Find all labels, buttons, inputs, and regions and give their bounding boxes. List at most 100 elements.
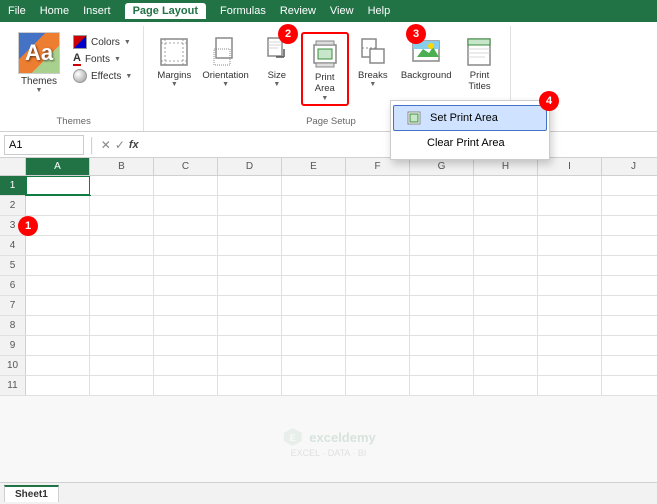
cell-h5[interactable] (474, 256, 538, 275)
cell-i2[interactable] (538, 196, 602, 215)
set-print-area-item[interactable]: Set Print Area (393, 105, 547, 131)
cell-h9[interactable] (474, 336, 538, 355)
themes-button[interactable]: Aa Themes ▼ (12, 30, 66, 96)
cell-d7[interactable] (218, 296, 282, 315)
col-header-d[interactable]: D (218, 158, 282, 175)
cell-c5[interactable] (154, 256, 218, 275)
cell-e6[interactable] (282, 276, 346, 295)
row-num-1[interactable]: 1 (0, 176, 26, 195)
col-header-a[interactable]: A (26, 158, 90, 175)
cell-g6[interactable] (410, 276, 474, 295)
cell-d10[interactable] (218, 356, 282, 375)
cell-g1[interactable] (410, 176, 474, 195)
cell-i8[interactable] (538, 316, 602, 335)
cell-i3[interactable] (538, 216, 602, 235)
cell-j10[interactable] (602, 356, 657, 375)
row-num-9[interactable]: 9 (0, 336, 26, 355)
row-num-10[interactable]: 10 (0, 356, 26, 375)
cell-a1[interactable] (26, 176, 90, 195)
cell-b10[interactable] (90, 356, 154, 375)
cell-i4[interactable] (538, 236, 602, 255)
cell-f8[interactable] (346, 316, 410, 335)
cell-f4[interactable] (346, 236, 410, 255)
cell-a10[interactable] (26, 356, 90, 375)
cell-a7[interactable] (26, 296, 90, 315)
formula-cancel[interactable]: ✕ (101, 138, 111, 152)
cell-g9[interactable] (410, 336, 474, 355)
cell-f11[interactable] (346, 376, 410, 395)
menu-file[interactable]: File (8, 5, 26, 17)
cell-a8[interactable] (26, 316, 90, 335)
col-header-e[interactable]: E (282, 158, 346, 175)
menu-review[interactable]: Review (280, 5, 316, 17)
cell-c6[interactable] (154, 276, 218, 295)
cell-c9[interactable] (154, 336, 218, 355)
cell-i11[interactable] (538, 376, 602, 395)
cell-i6[interactable] (538, 276, 602, 295)
cell-e2[interactable] (282, 196, 346, 215)
cell-d8[interactable] (218, 316, 282, 335)
cell-j5[interactable] (602, 256, 657, 275)
row-num-2[interactable]: 2 (0, 196, 26, 215)
menu-formulas[interactable]: Formulas (220, 5, 266, 17)
cell-j4[interactable] (602, 236, 657, 255)
cell-b5[interactable] (90, 256, 154, 275)
cell-a6[interactable] (26, 276, 90, 295)
cell-c10[interactable] (154, 356, 218, 375)
cell-c11[interactable] (154, 376, 218, 395)
cell-d9[interactable] (218, 336, 282, 355)
cell-d6[interactable] (218, 276, 282, 295)
cell-i1[interactable] (538, 176, 602, 195)
cell-e4[interactable] (282, 236, 346, 255)
row-num-8[interactable]: 8 (0, 316, 26, 335)
background-button[interactable]: Background (397, 32, 456, 83)
row-num-4[interactable]: 4 (0, 236, 26, 255)
cell-j6[interactable] (602, 276, 657, 295)
fonts-button[interactable]: A Fonts ▼ (70, 51, 135, 67)
print-area-button[interactable]: Print Area ▼ (301, 32, 349, 106)
cell-j8[interactable] (602, 316, 657, 335)
cell-e8[interactable] (282, 316, 346, 335)
cell-a5[interactable] (26, 256, 90, 275)
cell-f2[interactable] (346, 196, 410, 215)
cell-a4[interactable] (26, 236, 90, 255)
cell-a9[interactable] (26, 336, 90, 355)
cell-e5[interactable] (282, 256, 346, 275)
cell-h2[interactable] (474, 196, 538, 215)
menu-home[interactable]: Home (40, 5, 69, 17)
col-header-c[interactable]: C (154, 158, 218, 175)
cell-i9[interactable] (538, 336, 602, 355)
row-num-5[interactable]: 5 (0, 256, 26, 275)
cell-h4[interactable] (474, 236, 538, 255)
row-num-11[interactable]: 11 (0, 376, 26, 395)
cell-b7[interactable] (90, 296, 154, 315)
colors-button[interactable]: Colors ▼ (70, 34, 135, 50)
cell-d2[interactable] (218, 196, 282, 215)
cell-h10[interactable] (474, 356, 538, 375)
cell-f9[interactable] (346, 336, 410, 355)
cell-e7[interactable] (282, 296, 346, 315)
menu-view[interactable]: View (330, 5, 354, 17)
cell-e3[interactable] (282, 216, 346, 235)
cell-e1[interactable] (282, 176, 346, 195)
cell-g2[interactable] (410, 196, 474, 215)
margins-button[interactable]: Margins ▼ (152, 32, 196, 90)
cell-b4[interactable] (90, 236, 154, 255)
cell-f1[interactable] (346, 176, 410, 195)
cell-i10[interactable] (538, 356, 602, 375)
col-header-h[interactable]: H (474, 158, 538, 175)
cell-d11[interactable] (218, 376, 282, 395)
menu-page-layout[interactable]: Page Layout (125, 3, 206, 19)
cell-d1[interactable] (218, 176, 282, 195)
cell-b8[interactable] (90, 316, 154, 335)
cell-b9[interactable] (90, 336, 154, 355)
cell-e9[interactable] (282, 336, 346, 355)
cell-h6[interactable] (474, 276, 538, 295)
cell-d5[interactable] (218, 256, 282, 275)
print-titles-button[interactable]: Print Titles (458, 32, 502, 95)
cell-h7[interactable] (474, 296, 538, 315)
cell-d4[interactable] (218, 236, 282, 255)
cell-f6[interactable] (346, 276, 410, 295)
cell-g5[interactable] (410, 256, 474, 275)
cell-a11[interactable] (26, 376, 90, 395)
